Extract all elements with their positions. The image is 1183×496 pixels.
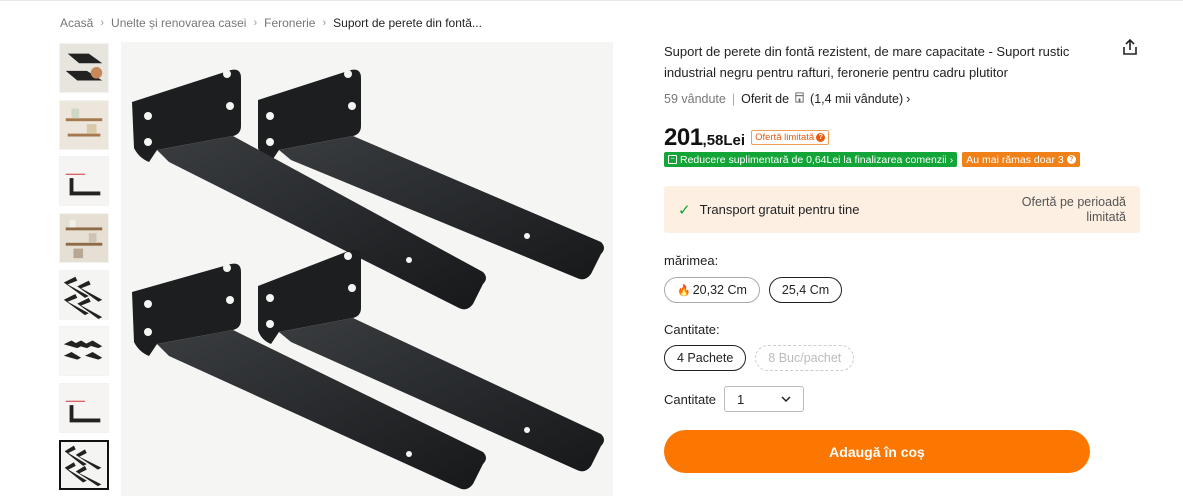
breadcrumb: Acasă › Unelte și renovarea casei › Fero…: [60, 16, 482, 30]
share-icon[interactable]: [1121, 38, 1139, 56]
price-integer: 201: [664, 124, 703, 151]
thumbnail-2[interactable]: [59, 99, 109, 150]
price-decimal: ,58Lei: [702, 132, 746, 149]
top-divider: [0, 0, 1183, 3]
promo-row: − Reducere suplimentară de 0,64Lei la fi…: [664, 152, 1080, 167]
thumbnail-5[interactable]: [59, 269, 109, 320]
product-title: Suport de perete din fontă rezistent, de…: [664, 44, 1070, 80]
quantity-select[interactable]: 1: [724, 386, 804, 412]
thumbnail-8-selected[interactable]: [59, 439, 109, 490]
question-icon: ?: [1066, 155, 1076, 164]
size-option-label: 20,32 Cm: [692, 283, 747, 297]
question-icon[interactable]: ?: [816, 133, 826, 142]
pack-option-label: 4 Pachete: [677, 351, 734, 365]
pack-label: Cantitate:: [664, 322, 720, 337]
limited-offer-text: Ofertă limitată: [755, 132, 815, 143]
limited-period-text: Ofertă pe perioadă limitată: [1021, 194, 1126, 224]
check-icon: ✓: [678, 201, 691, 219]
store-sold-count[interactable]: (1,4 mii vândute): [810, 92, 903, 106]
extra-discount-text: Reducere suplimentară de 0,64Lei la fina…: [680, 153, 947, 166]
size-option-25-4[interactable]: 25,4 Cm: [768, 277, 843, 303]
chevron-right-icon[interactable]: ›: [906, 92, 910, 106]
pack-option-4-pachete[interactable]: 4 Pachete: [664, 345, 747, 371]
extra-discount-tag[interactable]: − Reducere suplimentară de 0,64Lei la fi…: [664, 152, 958, 167]
main-product-image[interactable]: [121, 42, 613, 496]
shipping-banner: ✓ Transport gratuit pentru tine Ofertă p…: [664, 186, 1140, 233]
low-stock-tag[interactable]: Au mai rămas doar 3 ?: [962, 152, 1080, 167]
pack-options: 4 Pachete 8 Buc/pachet: [664, 345, 855, 371]
size-label: mărimea:: [664, 253, 719, 268]
breadcrumb-tools[interactable]: Unelte și renovarea casei: [111, 16, 246, 30]
thumbnail-7[interactable]: [59, 383, 109, 434]
thumbnail-3[interactable]: [59, 156, 109, 207]
flame-icon: 🔥: [677, 284, 691, 297]
price: 201 ,58Lei Ofertă limitată ?: [664, 124, 830, 152]
product-meta: 59 vândute | Oferit de (1,4 mii vândute)…: [664, 92, 910, 106]
breadcrumb-separator-icon: ›: [253, 17, 258, 29]
bracket-illustration: [132, 69, 604, 490]
pack-option-label: 8 Buc/pachet: [768, 351, 842, 365]
thumbnail-gallery: [59, 43, 111, 496]
limited-offer-badge[interactable]: Ofertă limitată ?: [751, 130, 830, 145]
chevron-right-icon: ›: [949, 153, 954, 166]
chevron-down-icon: [781, 396, 791, 403]
thumbnail-4[interactable]: [59, 213, 109, 264]
offered-by-label[interactable]: Oferit de: [741, 92, 789, 106]
size-option-20-32[interactable]: 🔥 20,32 Cm: [664, 277, 760, 303]
breadcrumb-hardware[interactable]: Feronerie: [264, 16, 315, 30]
free-shipping-text: Transport gratuit pentru tine: [699, 202, 860, 217]
add-to-cart-button[interactable]: Adaugă în coș: [664, 430, 1090, 473]
breadcrumb-current: Suport de perete din fontă...: [333, 16, 482, 30]
store-icon[interactable]: [794, 92, 805, 106]
size-options: 🔥 20,32 Cm 25,4 Cm: [664, 277, 843, 303]
pack-option-8-buc[interactable]: 8 Buc/pachet: [755, 345, 855, 371]
quantity-label: Cantitate: [664, 392, 717, 407]
breadcrumb-home[interactable]: Acasă: [60, 16, 93, 30]
quantity-value: 1: [737, 391, 745, 407]
size-option-label: 25,4 Cm: [781, 283, 830, 297]
breadcrumb-separator-icon: ›: [322, 17, 327, 29]
coupon-icon: −: [668, 155, 677, 164]
sold-count: 59 vândute: [664, 92, 726, 106]
thumbnail-1[interactable]: [59, 43, 109, 93]
breadcrumb-separator-icon: ›: [100, 17, 105, 29]
meta-divider: |: [731, 92, 736, 106]
thumbnail-6[interactable]: [59, 326, 109, 377]
low-stock-text: Au mai rămas doar 3: [966, 153, 1064, 166]
